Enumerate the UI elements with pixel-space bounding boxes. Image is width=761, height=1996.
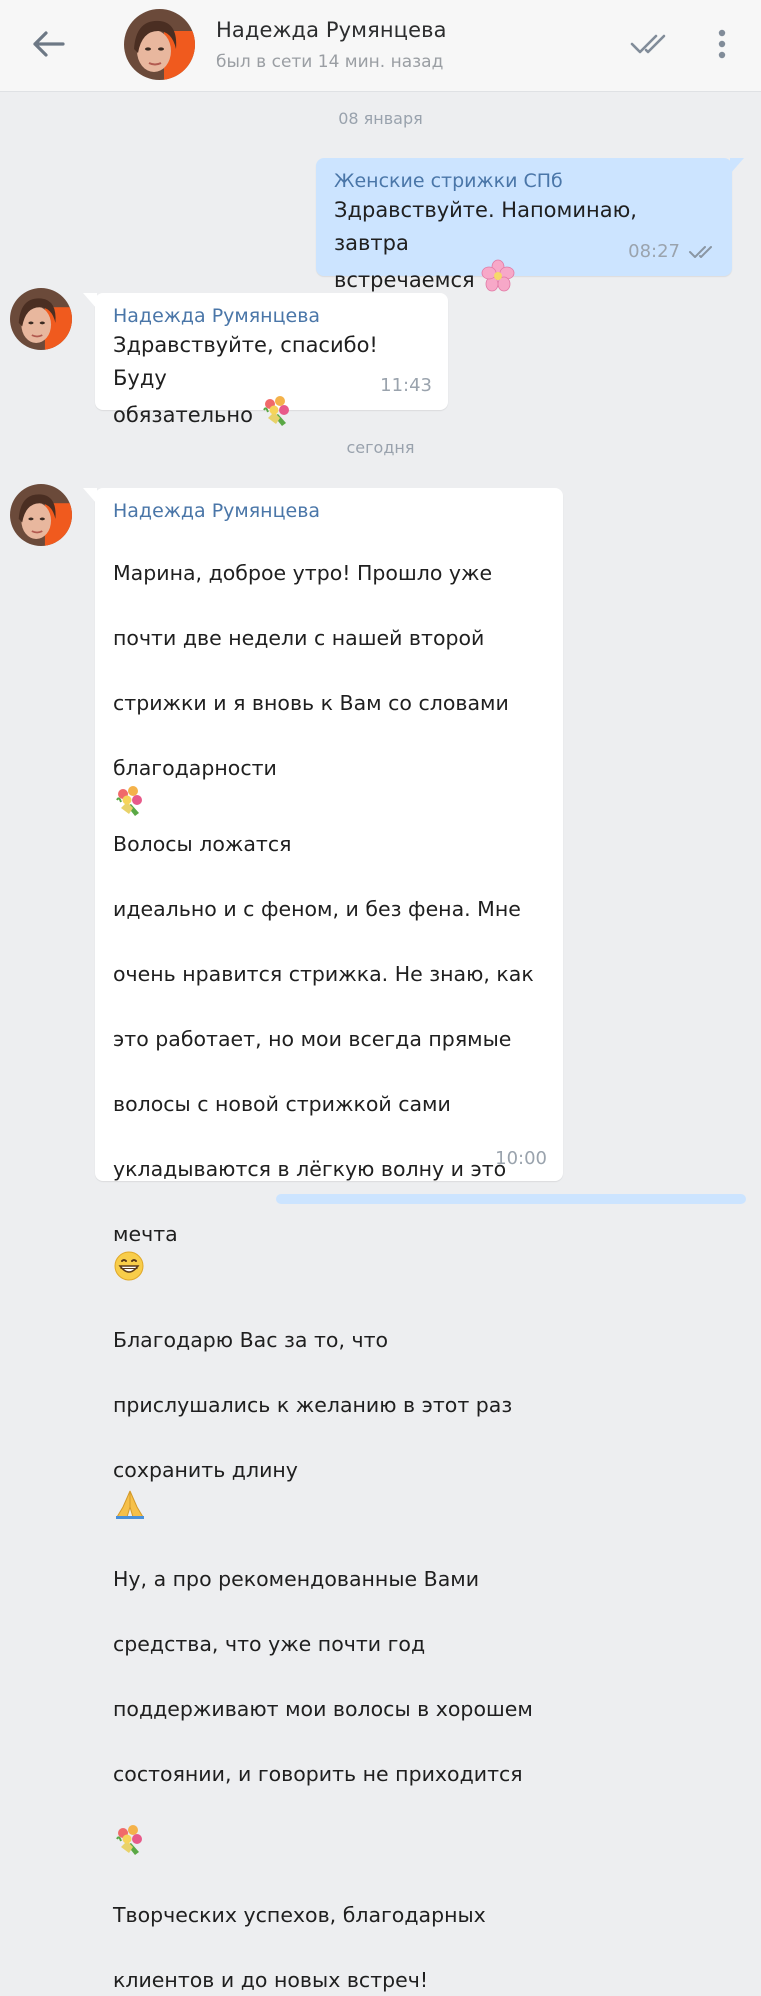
message-sender[interactable]: Женские стрижки СПб (334, 168, 714, 194)
message-line: обязательно (113, 403, 253, 427)
message-line: клиентов и до новых встреч! (113, 1967, 429, 1992)
bouquet-icon (113, 784, 147, 828)
message-text: Марина, доброе утро! Прошло уже почти дв… (113, 524, 545, 1996)
arrow-left-icon (33, 31, 65, 57)
double-check-icon (689, 245, 712, 258)
outgoing-message[interactable]: Женские стрижки СПб Здравствуйте. Напоми… (316, 158, 744, 292)
message-sender[interactable]: Надежда Румянцева (113, 303, 430, 329)
more-vertical-icon (718, 29, 726, 59)
online-status: был в сети 14 мин. назад (216, 52, 444, 72)
more-options-button[interactable] (704, 22, 740, 66)
message-line: Волосы ложатся (113, 831, 292, 856)
incoming-message[interactable]: Надежда Румянцева Здравствуйте, спасибо!… (83, 293, 448, 427)
message-line: почти две недели с нашей второй (113, 625, 485, 650)
sender-avatar[interactable] (10, 484, 72, 546)
message-time: 10:00 (495, 1148, 547, 1169)
grinning-face-icon (113, 1250, 145, 1292)
message-time: 08:27 (628, 241, 680, 262)
message-line: сохранить длину (113, 1458, 298, 1482)
message-line: Здравствуйте, спасибо! Буду (113, 333, 378, 390)
bubble-tail (83, 293, 97, 309)
message-line: средства, что уже почти год (113, 1631, 426, 1656)
message-line: очень нравится стрижка. Не знаю, как (113, 961, 534, 986)
contact-name[interactable]: Надежда Румянцева (216, 18, 447, 42)
message-time: 11:43 (380, 375, 432, 396)
folded-hands-icon (113, 1487, 147, 1531)
message-line: Ну, а про рекомендованные Вами (113, 1566, 480, 1591)
message-meta: 08:27 (628, 241, 716, 262)
message-line: Благодарю Вас за то, что (113, 1328, 389, 1352)
double-check-icon (630, 34, 666, 54)
message-line: волосы с новой стрижкой сами (113, 1091, 451, 1116)
message-line: укладываются в лёгкую волну и это (113, 1156, 507, 1181)
message-line: Марина, доброе утро! Прошло уже (113, 560, 493, 585)
bouquet-icon (113, 1823, 147, 1867)
message-line: мечта (113, 1221, 178, 1246)
message-line: благодарности (113, 755, 277, 780)
date-separator: 08 января (338, 109, 423, 128)
message-line: Творческих успехов, благодарных (113, 1902, 486, 1927)
message-line: поддерживают мои волосы в хорошем (113, 1696, 533, 1721)
bubble-tail (730, 158, 744, 174)
chat-header: Надежда Румянцева был в сети 14 мин. наз… (0, 0, 761, 92)
bubble-tail (83, 488, 97, 504)
message-line: Здравствуйте. Напоминаю, завтра (334, 198, 637, 255)
message-line: стрижки и я вновь к Вам со словами (113, 690, 509, 715)
incoming-message[interactable]: Надежда Румянцева Марина, доброе утро! П… (83, 488, 563, 1992)
next-outgoing-message-peek[interactable] (276, 1194, 746, 1204)
sender-avatar[interactable] (10, 288, 72, 350)
message-line: идеально и с феном, и без фена. Мне (113, 896, 521, 921)
back-button[interactable] (22, 22, 74, 66)
cherry-blossom-icon (481, 259, 515, 303)
message-meta: 10:00 (495, 1148, 547, 1169)
message-line: это работает, но мои всегда прямые (113, 1026, 512, 1051)
message-meta: 11:43 (380, 375, 432, 396)
contact-avatar[interactable] (124, 9, 195, 80)
message-sender[interactable]: Надежда Румянцева (113, 498, 545, 524)
message-line: встречаемся (334, 268, 475, 292)
bouquet-icon (260, 394, 294, 438)
message-line: состоянии, и говорить не приходится (113, 1761, 523, 1786)
mark-read-button[interactable] (626, 24, 672, 64)
message-line: прислушались к желанию в этот раз (113, 1393, 513, 1417)
date-separator: сегодня (346, 438, 415, 457)
